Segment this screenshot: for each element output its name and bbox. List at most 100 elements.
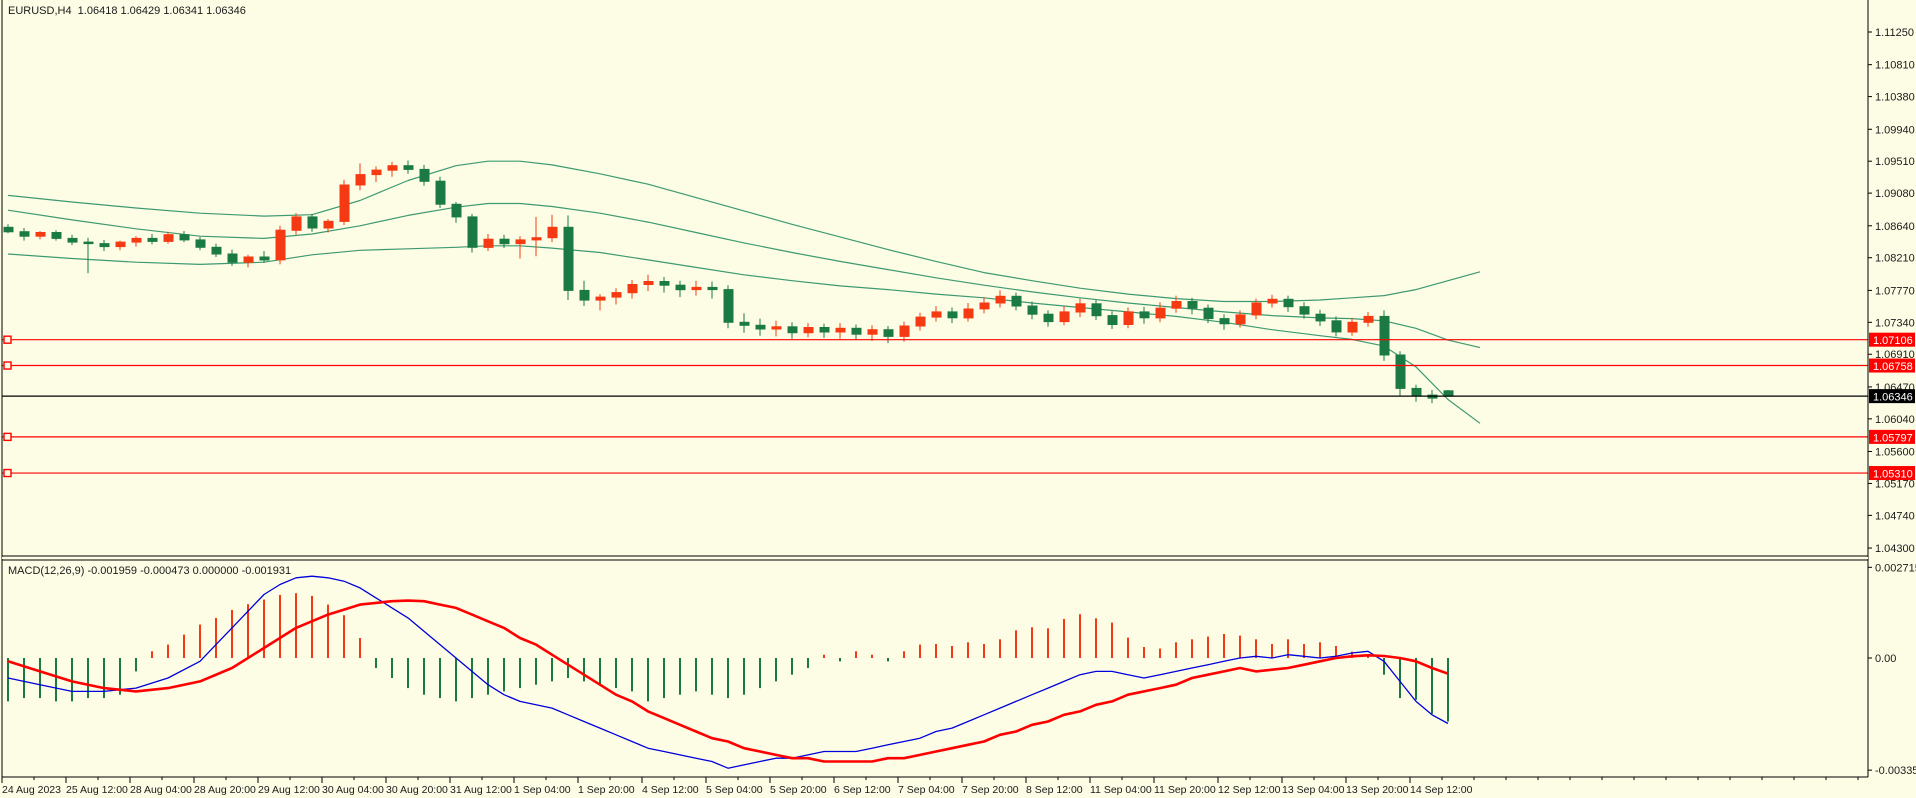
candle-bullish bbox=[1124, 312, 1133, 325]
price-axis-label: 1.07340 bbox=[1875, 317, 1915, 329]
candle-bullish bbox=[964, 309, 973, 318]
time-axis-label: 28 Aug 20:00 bbox=[194, 784, 256, 796]
candle-bearish bbox=[676, 285, 685, 290]
candle-bearish bbox=[1092, 304, 1101, 316]
candle-bearish bbox=[1316, 314, 1325, 321]
candle-bearish bbox=[260, 257, 269, 260]
candle-bullish bbox=[1268, 299, 1277, 303]
time-axis-label: 25 Aug 12:00 bbox=[66, 784, 128, 796]
candle-bullish bbox=[484, 239, 493, 247]
time-axis-label: 30 Aug 04:00 bbox=[322, 784, 384, 796]
time-axis-label: 1 Sep 04:00 bbox=[514, 784, 571, 796]
candle-bullish bbox=[996, 296, 1005, 303]
price-axis-label: 1.06040 bbox=[1875, 414, 1915, 426]
candle-bullish bbox=[516, 240, 525, 244]
candle-bearish bbox=[756, 325, 765, 329]
candle-bearish bbox=[148, 238, 157, 241]
candle-bullish bbox=[164, 235, 173, 242]
candle-bullish bbox=[692, 287, 701, 289]
time-axis-label: 4 Sep 12:00 bbox=[642, 784, 699, 796]
time-axis-label: 30 Aug 20:00 bbox=[386, 784, 448, 796]
candle-bullish bbox=[1076, 304, 1085, 312]
candle-bullish bbox=[1252, 303, 1261, 315]
candle-bullish bbox=[932, 312, 941, 317]
candle-bullish bbox=[628, 285, 637, 293]
price-badge-label: 1.05310 bbox=[1873, 469, 1913, 481]
price-axis-label: 1.05600 bbox=[1875, 447, 1915, 459]
time-axis-label: 1 Sep 20:00 bbox=[578, 784, 635, 796]
candle-bearish bbox=[20, 232, 29, 237]
price-axis-label: 1.11250 bbox=[1875, 27, 1914, 39]
time-axis-label: 7 Sep 20:00 bbox=[962, 784, 1019, 796]
candle-bullish bbox=[36, 233, 45, 237]
candle-bullish bbox=[612, 293, 621, 298]
candle-bullish bbox=[116, 242, 125, 247]
time-axis-label: 31 Aug 12:00 bbox=[450, 784, 512, 796]
candle-bearish bbox=[452, 204, 461, 217]
candle-bearish bbox=[564, 227, 573, 290]
line-anchor-marker[interactable] bbox=[4, 336, 11, 343]
time-axis-label: 7 Sep 04:00 bbox=[898, 784, 955, 796]
candle-bearish bbox=[1188, 302, 1197, 309]
price-axis-label: 1.09080 bbox=[1875, 188, 1915, 200]
candle-bearish bbox=[84, 242, 93, 244]
candle-bullish bbox=[532, 238, 541, 240]
candle-bullish bbox=[596, 297, 605, 300]
candle-bearish bbox=[708, 287, 717, 289]
line-anchor-marker[interactable] bbox=[4, 433, 11, 440]
time-axis-label: 13 Sep 04:00 bbox=[1282, 784, 1345, 796]
candle-bearish bbox=[1012, 296, 1021, 306]
price-badge-label: 1.06346 bbox=[1873, 392, 1913, 404]
macd-plot-area[interactable] bbox=[2, 560, 1868, 777]
candle-bearish bbox=[308, 217, 317, 228]
candle-bullish bbox=[1236, 315, 1245, 324]
candle-bearish bbox=[948, 312, 957, 318]
panel-splitter[interactable] bbox=[2, 557, 1868, 559]
price-badge-label: 1.05797 bbox=[1873, 432, 1913, 444]
candle-bearish bbox=[420, 169, 429, 181]
candle-bearish bbox=[68, 238, 77, 242]
candle-bearish bbox=[852, 328, 861, 334]
time-axis-label: 29 Aug 12:00 bbox=[258, 784, 320, 796]
candle-bearish bbox=[884, 330, 893, 337]
candle-bullish bbox=[388, 166, 397, 171]
candle-bullish bbox=[1364, 316, 1373, 322]
candle-bullish bbox=[1172, 302, 1181, 309]
candle-bearish bbox=[1380, 316, 1389, 355]
chart-canvas[interactable]: 1.112501.108101.103801.099401.095101.090… bbox=[0, 0, 1916, 798]
candle-bullish bbox=[1348, 322, 1357, 332]
candle-bearish bbox=[500, 239, 509, 244]
candle-bearish bbox=[1444, 391, 1453, 396]
candle-bullish bbox=[340, 185, 349, 221]
candle-bearish bbox=[52, 233, 61, 239]
candle-bullish bbox=[276, 230, 285, 260]
price-axis-label: 1.04300 bbox=[1875, 543, 1915, 555]
line-anchor-marker[interactable] bbox=[4, 470, 11, 477]
line-anchor-marker[interactable] bbox=[4, 362, 11, 369]
candle-bearish bbox=[1332, 321, 1341, 332]
macd-axis-label: 0.00 bbox=[1875, 653, 1896, 665]
price-badge-label: 1.06758 bbox=[1873, 361, 1913, 373]
candle-bearish bbox=[660, 282, 669, 286]
time-axis-label: 13 Sep 20:00 bbox=[1346, 784, 1409, 796]
candle-bullish bbox=[292, 217, 301, 230]
candle-bearish bbox=[196, 240, 205, 247]
candle-bullish bbox=[916, 317, 925, 326]
price-axis-label: 1.09940 bbox=[1875, 124, 1915, 136]
price-axis-label: 1.04740 bbox=[1875, 510, 1915, 522]
time-axis-label: 5 Sep 04:00 bbox=[706, 784, 763, 796]
symbol-title: EURUSD,H4 1.06418 1.06429 1.06341 1.0634… bbox=[8, 5, 246, 17]
candle-bearish bbox=[788, 327, 797, 333]
candle-bullish bbox=[372, 170, 381, 175]
candle-bullish bbox=[244, 257, 253, 262]
price-axis-label: 1.09510 bbox=[1875, 156, 1915, 168]
candle-bearish bbox=[724, 290, 733, 323]
price-axis-label: 1.10380 bbox=[1875, 92, 1915, 104]
candle-bearish bbox=[1108, 316, 1117, 325]
macd-indicator-label: MACD(12,26,9) -0.001959 -0.000473 0.0000… bbox=[8, 565, 291, 577]
candle-bearish bbox=[1028, 306, 1037, 314]
candle-bullish bbox=[804, 328, 813, 333]
time-axis-label: 5 Sep 20:00 bbox=[770, 784, 827, 796]
candle-bearish bbox=[1300, 307, 1309, 314]
chart-window: 1.112501.108101.103801.099401.095101.090… bbox=[0, 0, 1916, 798]
